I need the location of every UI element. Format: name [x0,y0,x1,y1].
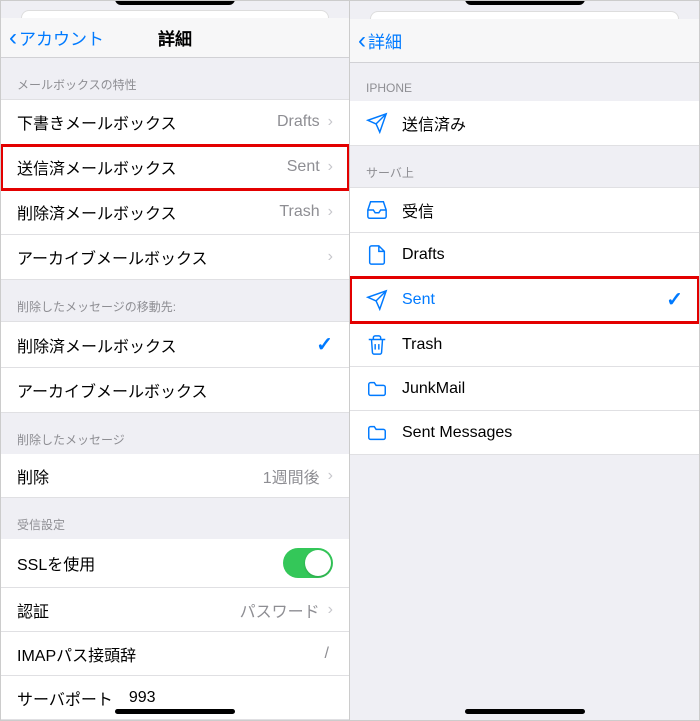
cell-label: Sent [402,291,666,309]
folder-icon [366,422,388,444]
chevron-left-icon: ‹ [358,29,366,53]
cell-label: Sent Messages [402,424,683,442]
row-mailbox[interactable]: 削除済メールボックスTrash › [1,190,349,235]
phone-left: ‹ アカウント 詳細 メールボックスの特性 下書きメールボックスDrafts›送… [1,1,350,720]
notch [1,1,349,10]
cell-label: 認証 [17,598,240,622]
section-header-deleted: 削除したメッセージ [1,413,349,454]
section-header-iphone: IPHONE [350,63,699,101]
row-mailbox[interactable]: 送信済メールボックスSent › [1,145,349,190]
navbar: ‹ アカウント 詳細 [1,18,349,59]
cell-value: / [325,645,329,663]
cell-label: 削除済メールボックス [17,333,316,357]
checkmark-icon: ✓ [316,332,333,357]
cell-label: アーカイブメールボックス [17,245,324,269]
card-stack-hint [21,10,329,17]
back-label: アカウント [19,25,104,50]
chevron-left-icon: ‹ [9,26,17,50]
cell-label: アーカイブメールボックス [17,378,333,402]
screenshot-pair: ‹ アカウント 詳細 メールボックスの特性 下書きメールボックスDrafts›送… [0,0,700,721]
card-stack-hint [370,11,679,19]
cell-value: Drafts [277,113,320,131]
cell-label: 送信済み [402,111,683,135]
cell-label: SSLを使用 [17,551,283,575]
section-header-mailbox: メールボックスの特性 [1,58,349,99]
trash-icon [366,334,388,356]
cell-label: JunkMail [402,380,683,398]
cell-label: IMAPパス接頭辞 [17,642,325,666]
row-server-folder[interactable]: Drafts [350,233,699,277]
chevron-right-icon: › [328,203,333,221]
row-move-dest[interactable]: 削除済メールボックス✓ [1,321,349,368]
back-button[interactable]: ‹ 詳細 [358,28,402,53]
row-server-folder[interactable]: Trash [350,323,699,367]
chevron-right-icon: › [328,158,333,176]
row-iphone-sent[interactable]: 送信済み [350,101,699,146]
back-button[interactable]: ‹ アカウント [9,25,104,50]
section-header-server: サーバ上 [350,146,699,187]
port-value[interactable]: 993 [129,689,156,707]
send-icon [366,289,388,311]
chevron-right-icon: › [328,113,333,131]
row-move-dest[interactable]: アーカイブメールボックス [1,368,349,413]
file-icon [366,244,388,266]
row-mailbox[interactable]: 下書きメールボックスDrafts › [1,99,349,145]
cell-value: パスワード [240,598,320,622]
inbox-icon [366,199,388,221]
section-header-move: 削除したメッセージの移動先: [1,280,349,321]
cell-label: サーバポート [17,686,113,710]
row-server-folder[interactable]: JunkMail [350,367,699,411]
row-mailbox[interactable]: アーカイブメールボックス› [1,235,349,280]
chevron-right-icon: › [328,248,333,266]
row-imap-prefix[interactable]: IMAPパス接頭辞 / [1,632,349,676]
back-label: 詳細 [368,28,402,53]
cell-label: Drafts [402,246,683,264]
toggle-ssl[interactable] [283,548,333,578]
cell-label: 下書きメールボックス [17,110,277,134]
chevron-right-icon: › [328,601,333,619]
folder-icon [366,378,388,400]
spacer [350,455,699,720]
row-server-folder[interactable]: 受信 [350,187,699,233]
cell-value: 1週間後 [263,464,320,488]
send-icon [366,112,388,134]
cell-label: 受信 [402,198,683,222]
row-auth[interactable]: 認証 パスワード › [1,588,349,632]
chevron-right-icon: › [328,467,333,485]
cell-label: 削除済メールボックス [17,200,279,224]
row-server-folder[interactable]: Sent✓ [350,277,699,323]
cell-value: Sent [287,158,320,176]
notch [350,1,699,11]
row-server-folder[interactable]: Sent Messages [350,411,699,455]
checkmark-icon: ✓ [666,287,683,312]
cell-value: Trash [279,203,319,221]
phone-right: ‹ 詳細 IPHONE 送信済み サーバ上 受信 Drafts Sent✓ Trash… [350,1,699,720]
cell-label: Trash [402,336,683,354]
home-indicator [115,709,235,714]
home-indicator [465,709,585,714]
section-header-recv: 受信設定 [1,498,349,539]
row-ssl[interactable]: SSLを使用 [1,539,349,588]
row-delete[interactable]: 削除 1週間後 › [1,454,349,498]
cell-label: 送信済メールボックス [17,155,287,179]
navbar: ‹ 詳細 [350,19,699,63]
cell-label: 削除 [17,464,263,488]
